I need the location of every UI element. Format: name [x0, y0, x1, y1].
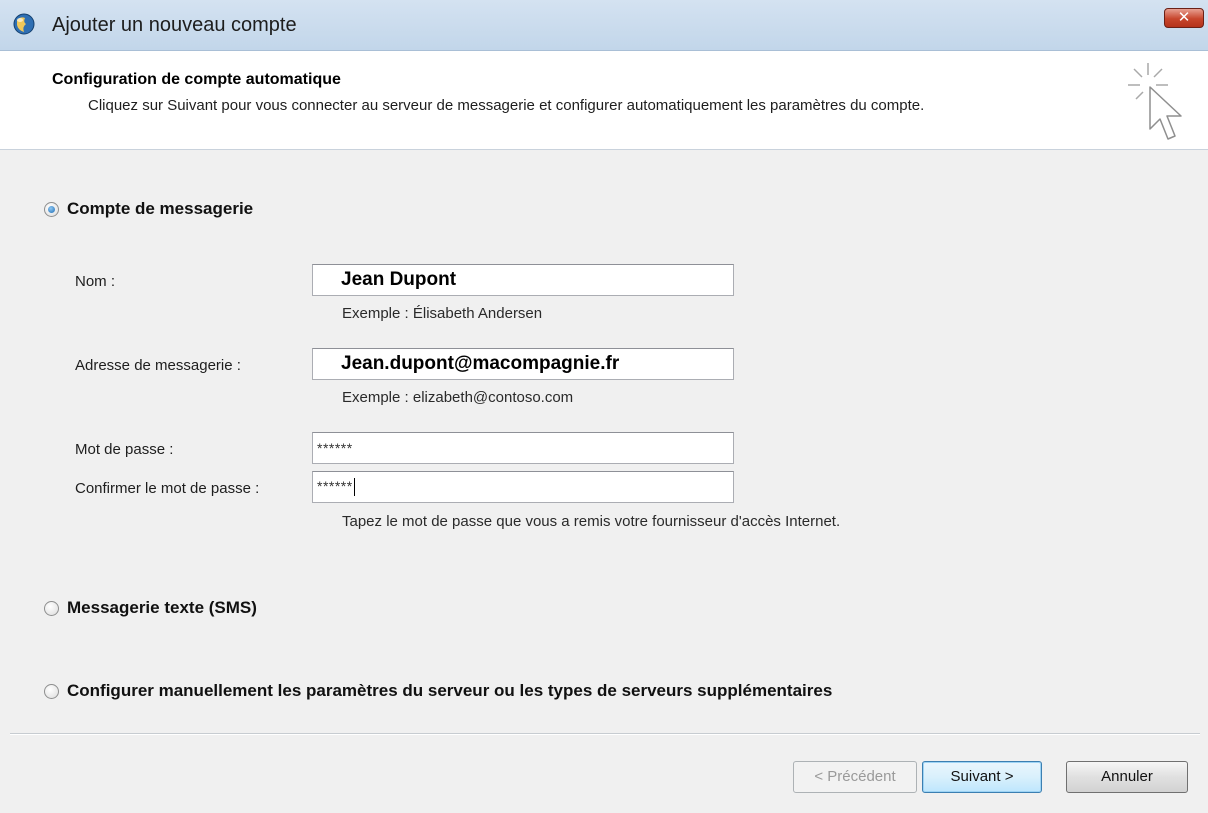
name-input[interactable] — [312, 264, 734, 296]
radio-manual-config[interactable] — [44, 683, 59, 699]
window-title: Ajouter un nouveau compte — [52, 14, 297, 36]
email-label: Adresse de messagerie : — [75, 357, 241, 374]
option-manual-config-label: Configurer manuellement les paramètres d… — [67, 681, 833, 700]
header-title: Configuration de compte automatique — [52, 71, 341, 88]
password-input[interactable] — [312, 432, 734, 464]
email-example: Exemple : elizabeth@contoso.com — [342, 389, 574, 406]
cancel-button[interactable]: Annuler — [1066, 761, 1188, 793]
password-label: Mot de passe : — [75, 441, 174, 458]
cursor-click-icon — [1128, 63, 1182, 140]
name-label: Nom : — [75, 273, 116, 290]
radio-sms[interactable] — [44, 600, 59, 616]
radio-email-account[interactable] — [44, 201, 59, 217]
password-hint: Tapez le mot de passe que vous a remis v… — [342, 513, 841, 530]
option-sms[interactable]: Messagerie texte (SMS) — [44, 598, 257, 618]
footer-separator — [10, 733, 1200, 735]
confirm-password-value: ****** — [317, 478, 353, 494]
confirm-password-label: Confirmer le mot de passe : — [75, 480, 260, 497]
previous-button[interactable]: < Précédent — [793, 761, 917, 793]
close-icon: ✕ — [1177, 9, 1191, 26]
option-email-account-label: Compte de messagerie — [67, 199, 254, 218]
title-bar[interactable]: Ajouter un nouveau compte ✕ — [0, 0, 1208, 51]
text-caret — [353, 478, 355, 497]
close-button[interactable]: ✕ — [1164, 8, 1204, 28]
header-description: Cliquez sur Suivant pour vous connecter … — [88, 97, 925, 114]
next-button[interactable]: Suivant > — [922, 761, 1042, 793]
option-email-account[interactable]: Compte de messagerie — [44, 199, 253, 219]
dialog-window: Ajouter un nouveau compte ✕ Configuratio… — [0, 0, 1208, 813]
confirm-password-input[interactable]: ****** — [312, 471, 734, 503]
option-manual-config[interactable]: Configurer manuellement les paramètres d… — [44, 681, 832, 701]
wizard-header: Configuration de compte automatique Cliq… — [0, 51, 1208, 150]
name-example: Exemple : Élisabeth Andersen — [342, 305, 543, 322]
option-sms-label: Messagerie texte (SMS) — [67, 598, 257, 617]
outlook-icon — [13, 13, 35, 35]
email-input[interactable] — [312, 348, 734, 380]
